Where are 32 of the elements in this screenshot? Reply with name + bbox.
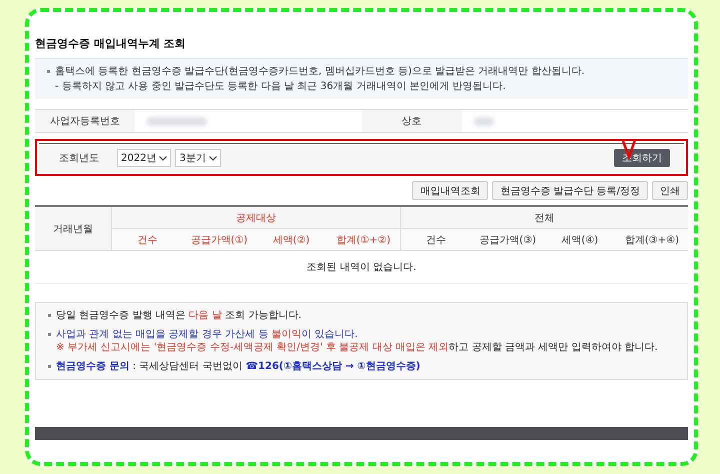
year-select[interactable]: 2022년 [117, 149, 172, 167]
action-button[interactable]: 인쇄 [652, 181, 688, 200]
column-header: 합계(③+④) [616, 229, 688, 251]
column-header: 건수 [111, 229, 184, 251]
info-text: - 등록하지 않고 사용 중인 발급수단도 등록한 다음 날 최근 36개월 거래내역이 본인에게 반영됩니다. [54, 80, 507, 93]
redacted-value [147, 116, 207, 126]
chevron-down-icon [159, 156, 168, 160]
note-text: 사업과 관계 없는 매입을 공제할 경우 가산세 등 불이익 이 있습니다. [48, 328, 675, 341]
column-group-header: 전체 [400, 207, 688, 229]
info-text: 홈택스에 등록한 현금영수증 발급수단(현금영수증카드번호, 멤버십카드번호 등)으로 발급받은 거래내역만 합산됩니다. [47, 65, 676, 78]
column-header: 공급가액(③) [472, 229, 544, 251]
note-text: 당일 현금영수증 발행 내역은 다음 날 조회 가능합니다. [48, 309, 675, 322]
empty-message: 조회된 내역이 없습니다. [35, 251, 688, 284]
quarter-select[interactable]: 3분기 [175, 149, 221, 167]
action-button[interactable]: 매입내역조회 [412, 181, 488, 200]
column-group-header: 공제대상 [111, 207, 400, 229]
field-label: 사업자등록번호 [35, 110, 135, 132]
note-text: 현금영수증 문의 : 국세상담센터 국번없이 ☎126(①홈택스상담 → ①현금영수증) [48, 360, 675, 373]
note-text: ※ 부가세 신고시에는 '현금영수증 수정-세액공제 확인/변경' 후 불공제 대상 매입은 제외하고 공제할 금액과 세액만 입력하여야 합니다. [55, 341, 659, 354]
column-header: 합계(①+②) [327, 229, 400, 251]
chevron-down-icon [208, 156, 217, 160]
action-button[interactable]: 현금영수증 발급수단 등록/정정 [492, 181, 648, 200]
field-label: 조회년도 [59, 152, 99, 165]
page-title: 현금영수증 매입내역누계 조회 [35, 36, 186, 51]
column-header: 거래년월 [35, 207, 111, 251]
column-header: 세액(②) [255, 229, 328, 251]
column-header: 세액(④) [544, 229, 616, 251]
column-header: 공급가액(①) [183, 229, 256, 251]
search-button[interactable]: 조회하기 [614, 149, 670, 167]
column-header: 건수 [400, 229, 472, 251]
redacted-value [474, 116, 494, 126]
field-label: 상호 [362, 110, 462, 132]
